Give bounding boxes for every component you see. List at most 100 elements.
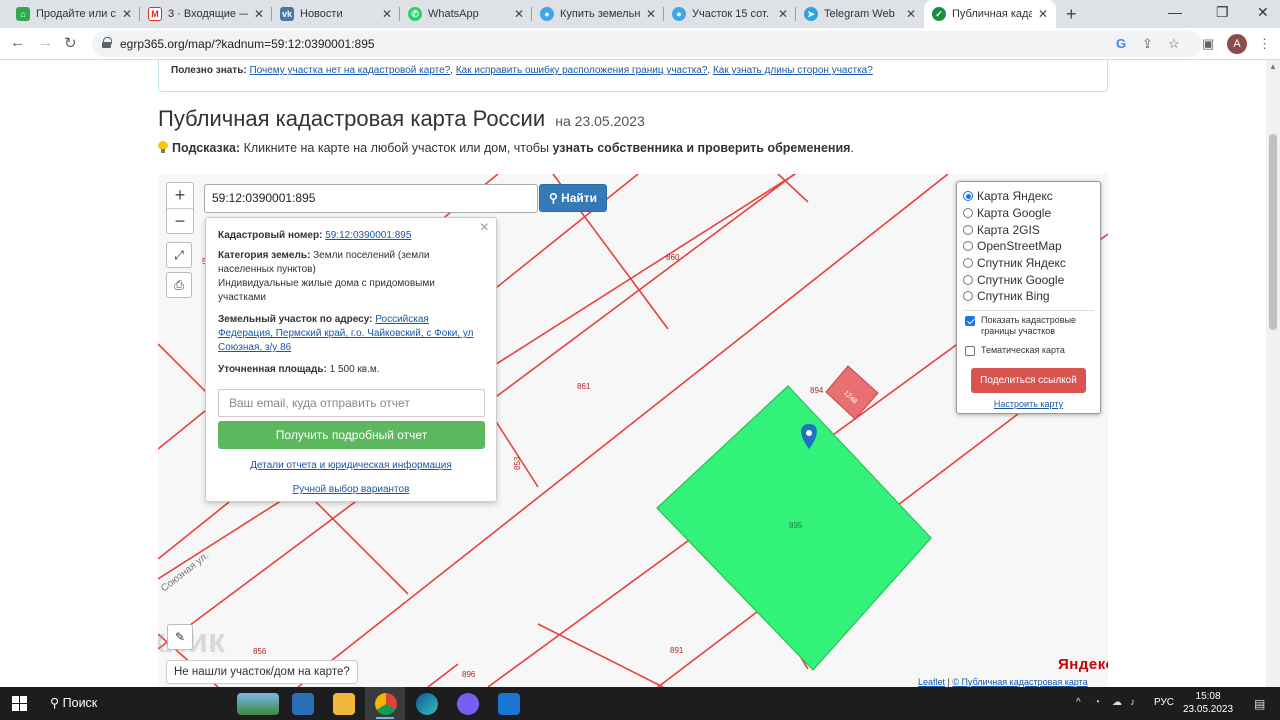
address-label: Земельный участок по адресу: <box>218 314 373 325</box>
layer-option-2gis[interactable]: Карта 2GIS <box>963 221 1094 238</box>
radio-icon <box>963 274 973 285</box>
email-field[interactable]: Ваш email, куда отправить отчет <box>218 389 485 417</box>
parcel-border <box>537 623 664 687</box>
layer-option-bing-satellite[interactable]: Спутник Bing <box>963 288 1094 305</box>
notifications-icon[interactable]: ▤ <box>1254 697 1265 711</box>
maximize-icon[interactable]: ❐ <box>1216 4 1229 21</box>
cadastral-search-input[interactable]: 59:12:0390001:895 <box>204 184 538 213</box>
not-found-button[interactable]: Не нашли участок/дом на карте? <box>166 660 358 684</box>
close-tab-icon[interactable]: ✕ <box>122 7 132 21</box>
tab-prodaite[interactable]: ⌂ Продайте или сд ✕ <box>8 0 140 28</box>
tab-whatsapp[interactable]: ✆ WhatsApp ✕ <box>400 0 532 28</box>
layer-option-yandex-satellite[interactable]: Спутник Яндекс <box>963 255 1094 272</box>
parcel-label: 861 <box>577 382 591 391</box>
scroll-up-icon[interactable]: ▲ <box>1269 62 1277 71</box>
tab-inbox[interactable]: M 3 · Входящие — ✕ <box>140 0 272 28</box>
tab-plot[interactable]: ● Участок 15 сот. ✕ <box>664 0 796 28</box>
layer-option-yandex-map[interactable]: Карта Яндекс <box>963 188 1094 205</box>
new-tab-icon[interactable]: + <box>1066 4 1077 25</box>
parcel-label: 860 <box>666 253 680 262</box>
viber-icon[interactable] <box>457 693 479 715</box>
clock-time: 15:08 <box>1195 691 1221 702</box>
useful-link-missing-parcel[interactable]: Почему участка нет на кадастровой карте? <box>249 65 450 76</box>
cloud-icon[interactable]: ☁ <box>1112 697 1122 708</box>
tab-telegram[interactable]: ➤ Telegram Web ✕ <box>796 0 924 28</box>
cadastral-number-link[interactable]: 59:12:0390001:895 <box>325 230 411 241</box>
close-tab-icon[interactable]: ✕ <box>906 7 916 21</box>
reload-icon[interactable]: ↻ <box>64 34 77 52</box>
street-label: Союзная ул. <box>159 550 211 594</box>
print-icon[interactable]: ⎙ <box>166 272 192 298</box>
fullscreen-icon[interactable]: ⤢ <box>166 242 192 268</box>
tray-chevron-icon[interactable]: ^ <box>1076 697 1081 708</box>
configure-map-link[interactable]: Настроить карту <box>963 399 1094 409</box>
language-indicator[interactable]: РУС <box>1154 697 1174 708</box>
close-tab-icon[interactable]: ✕ <box>1038 7 1048 21</box>
minimize-icon[interactable]: — <box>1168 4 1182 20</box>
tab-news[interactable]: vk Новости ✕ <box>272 0 400 28</box>
file-explorer-icon[interactable] <box>333 693 355 715</box>
sidepanel-icon[interactable]: ▣ <box>1202 36 1214 52</box>
page-scrollbar[interactable]: ▲ <box>1266 60 1280 687</box>
ruler-icon[interactable]: ✎ <box>167 624 193 650</box>
address-bar[interactable]: egrp365.org/map/?kadnum=59:12:0390001:89… <box>92 31 1202 57</box>
forward-icon[interactable]: → <box>38 34 53 51</box>
bookmark-star-icon[interactable]: ☆ <box>1168 36 1180 52</box>
mail-app-icon[interactable] <box>498 693 520 715</box>
share-icon[interactable]: ⇪ <box>1142 36 1153 52</box>
area-value: 1 500 кв.м. <box>329 364 380 375</box>
close-tab-icon[interactable]: ✕ <box>254 7 264 21</box>
divider <box>963 309 1094 311</box>
report-details-link[interactable]: Детали отчета и юридическая информация <box>250 460 452 471</box>
tab-buy-land[interactable]: ● Купить земельн ✕ <box>532 0 664 28</box>
cadastral-attribution-link[interactable]: © Публичная кадастровая карта <box>952 677 1087 687</box>
zoom-in-button[interactable]: + <box>167 183 193 208</box>
useful-link-side-lengths[interactable]: Как узнать длины сторон участка? <box>713 65 873 76</box>
layer-option-google-satellite[interactable]: Спутник Google <box>963 271 1094 288</box>
search-icon: ⚲ <box>50 696 60 710</box>
show-borders-checkbox[interactable]: Показать кадастровые границы участков <box>963 315 1094 337</box>
get-report-button[interactable]: Получить подробный отчет <box>218 421 485 449</box>
taskbar-clock[interactable]: 15:08 23.05.2023 <box>1183 690 1233 716</box>
manual-select-link[interactable]: Ручной выбор вариантов <box>293 484 410 495</box>
close-tab-icon[interactable]: ✕ <box>778 7 788 21</box>
google-translate-icon[interactable]: G <box>1116 36 1126 51</box>
close-tab-icon[interactable]: ✕ <box>514 7 524 21</box>
cadastral-map[interactable]: 860 861 894 895 853 856 891 896 1248 59 … <box>158 174 1108 687</box>
zoom-out-button[interactable]: − <box>167 208 193 233</box>
menu-kebab-icon[interactable]: ⋮ <box>1258 36 1271 52</box>
useful-link-fix-border[interactable]: Как исправить ошибку расположения границ… <box>456 65 708 76</box>
permitted-use-value: Индивидуальные жилые дома с придомовыми … <box>218 278 435 303</box>
layer-option-label: Карта Яндекс <box>977 189 1053 204</box>
close-tab-icon[interactable]: ✕ <box>382 7 392 21</box>
building-1248[interactable] <box>825 365 879 420</box>
weather-widget-icon[interactable] <box>237 693 279 715</box>
chrome-icon[interactable] <box>375 693 397 715</box>
parcel-label: 896 <box>462 670 476 679</box>
layer-option-osm[interactable]: OpenStreetMap <box>963 238 1094 255</box>
hint-bold-text: узнать собственника и проверить обремене… <box>552 141 851 155</box>
share-link-button[interactable]: Поделиться ссылкой <box>971 367 1086 393</box>
photos-app-icon[interactable] <box>292 693 314 715</box>
layer-option-label: Спутник Google <box>977 272 1065 287</box>
tab-cadastral-map[interactable]: ✓ Публичная када ✕ <box>924 0 1056 28</box>
network-icon[interactable]: ◔ <box>1094 697 1100 708</box>
hint-label: Подсказка: <box>172 141 241 155</box>
volume-icon[interactable]: ♪ <box>1130 697 1135 708</box>
parcel-label: 894 <box>810 386 824 395</box>
layer-option-google-map[interactable]: Карта Google <box>963 205 1094 222</box>
checkbox-icon <box>965 345 975 356</box>
back-icon[interactable]: ← <box>10 34 25 51</box>
scrollbar-thumb[interactable] <box>1269 134 1277 330</box>
close-icon[interactable]: × <box>480 220 489 236</box>
taskbar-search[interactable]: ⚲ Поиск <box>50 695 97 710</box>
close-tab-icon[interactable]: ✕ <box>646 7 656 21</box>
leaflet-link[interactable]: Leaflet <box>918 677 945 687</box>
radio-icon <box>963 241 973 252</box>
find-button[interactable]: ⚲ Найти <box>539 184 607 212</box>
profile-avatar[interactable]: A <box>1227 34 1247 54</box>
windows-start-icon[interactable] <box>12 696 27 711</box>
thematic-map-checkbox[interactable]: Тематическая карта <box>963 345 1094 356</box>
close-window-icon[interactable]: ✕ <box>1257 4 1269 21</box>
edge-icon[interactable] <box>416 693 438 715</box>
